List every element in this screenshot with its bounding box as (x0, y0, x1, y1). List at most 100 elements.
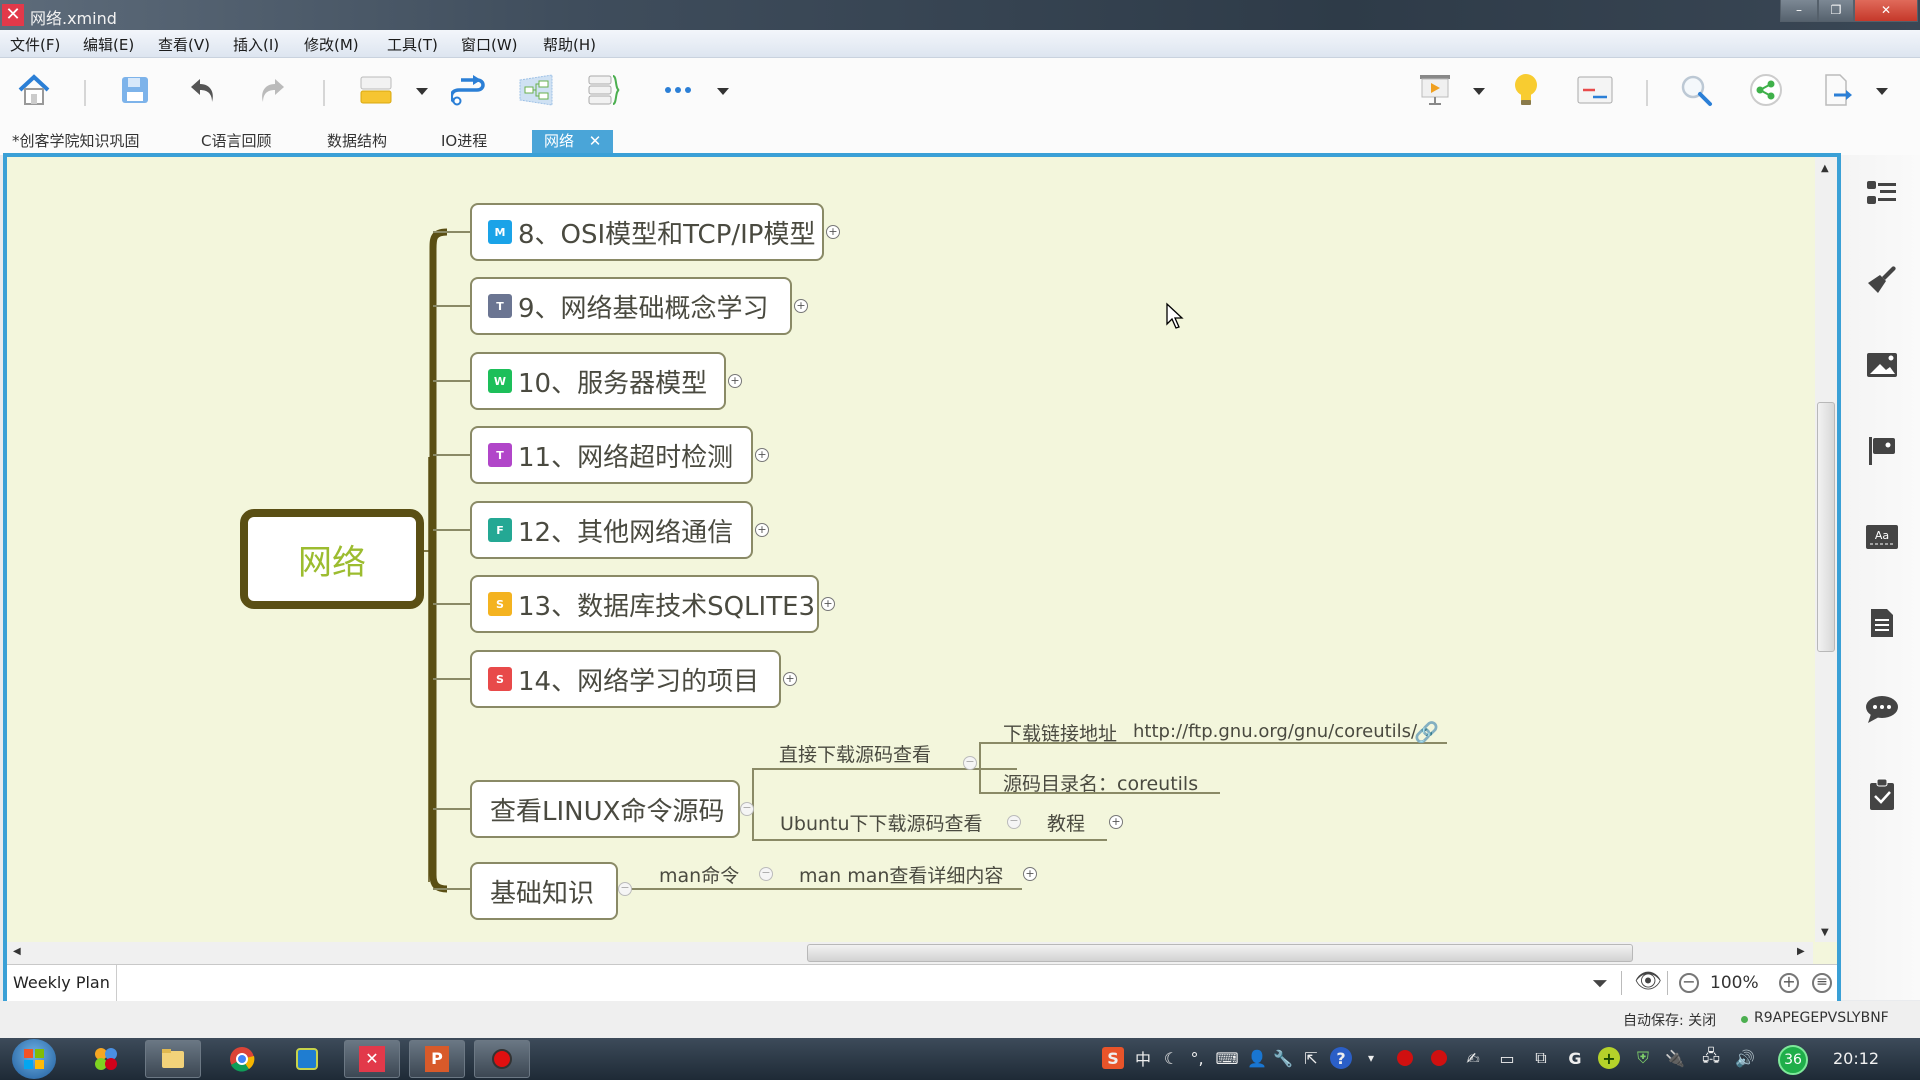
record-icon[interactable] (1394, 1047, 1416, 1069)
menu-modify[interactable]: 修改(M) (304, 34, 359, 55)
clock[interactable]: 20:12 (1833, 1049, 1879, 1068)
share-icon[interactable] (1746, 72, 1786, 108)
xmind-taskbar-icon[interactable]: ✕ (344, 1040, 400, 1078)
tab-close-icon[interactable]: ✕ (589, 132, 602, 150)
logitech-icon[interactable]: G (1564, 1047, 1586, 1069)
menu-insert[interactable]: 插入(I) (233, 34, 279, 55)
network-icon[interactable]: 🖧 (1700, 1046, 1722, 1069)
scroll-left-icon[interactable]: ◀ (13, 946, 21, 957)
subtopic-label[interactable]: 源码目录名：coreutils (1003, 769, 1198, 796)
marker-flag-icon[interactable] (1865, 434, 1899, 468)
collapse-icon[interactable]: − (1007, 815, 1021, 829)
topic-node[interactable]: W 10、服务器模型 (470, 352, 726, 410)
topic-node[interactable]: 基础知识 (470, 862, 618, 920)
account-id[interactable]: R9APEGEPVSLYBNF (1754, 1010, 1889, 1026)
tab-c-review[interactable]: C语言回顾 (201, 130, 271, 155)
scroll-up-icon[interactable]: ▲ (1821, 163, 1829, 174)
topic-node[interactable]: T 9、网络基础概念学习 (470, 277, 792, 335)
windows-icon[interactable]: ⧉ (1530, 1047, 1552, 1069)
expand-icon[interactable]: + (755, 448, 769, 462)
start-button[interactable] (12, 1039, 56, 1079)
subtopic-label[interactable]: Ubuntu下下载源码查看 (780, 809, 983, 836)
zoom-in-button[interactable]: + (1779, 973, 1799, 993)
presentation-icon[interactable] (1415, 72, 1455, 108)
menu-file[interactable]: 文件(F) (10, 34, 60, 55)
close-button[interactable]: ✕ (1854, 0, 1918, 22)
brainstorm-icon[interactable] (1506, 72, 1546, 108)
file-explorer-icon[interactable] (145, 1040, 201, 1078)
expand-icon[interactable]: + (1023, 867, 1037, 881)
scroll-down-icon[interactable]: ▼ (1821, 927, 1829, 938)
outline-icon[interactable] (1865, 176, 1899, 210)
topic-node[interactable]: T 11、网络超时检测 (470, 426, 753, 484)
keyboard-icon[interactable]: ⌨ (1215, 1047, 1238, 1069)
subtopic-label[interactable]: 下载链接地址 (1003, 719, 1117, 746)
touchpad-icon[interactable]: ▭ (1496, 1047, 1518, 1069)
power-plug-icon[interactable]: 🔌 (1664, 1047, 1686, 1069)
tab-io-process[interactable]: IO进程 (441, 130, 487, 155)
central-topic[interactable]: 网络 (240, 509, 424, 609)
user-icon[interactable]: 👤 (1246, 1047, 1268, 1069)
menu-window[interactable]: 窗口(W) (461, 34, 518, 55)
save-icon[interactable] (115, 72, 155, 108)
sheet-tab-weekly-plan[interactable]: Weekly Plan (7, 965, 117, 1001)
app-launcher-icon[interactable] (78, 1040, 134, 1078)
help-icon[interactable]: ? (1330, 1047, 1352, 1069)
horizontal-scrollbar[interactable]: ◀ ▶ (7, 942, 1813, 964)
virtualbox-icon[interactable] (279, 1040, 335, 1078)
tray-expand-icon[interactable]: ▾ (1360, 1047, 1382, 1069)
export-dropdown-icon[interactable] (1876, 88, 1888, 95)
menu-edit[interactable]: 编辑(E) (83, 34, 134, 55)
hyperlink-icon[interactable]: 🔗 (1414, 720, 1439, 744)
vertical-scrollbar[interactable]: ▲ ▼ (1815, 157, 1837, 942)
horizontal-scroll-thumb[interactable] (807, 944, 1633, 962)
link-text[interactable]: http://ftp.gnu.org/gnu/coreutils/ (1133, 721, 1417, 742)
task-icon[interactable] (1865, 778, 1899, 812)
punctuation-icon[interactable]: °, (1186, 1047, 1208, 1069)
zoom-out-button[interactable]: − (1679, 973, 1699, 993)
undo-icon[interactable] (183, 72, 223, 108)
tab-workspace[interactable]: *创客学院知识巩固 (12, 130, 140, 155)
expand-icon[interactable]: + (755, 523, 769, 537)
image-icon[interactable] (1865, 348, 1899, 382)
recorder-icon[interactable] (474, 1040, 530, 1078)
ime-mode-label[interactable]: 中 (1132, 1047, 1154, 1069)
topic-node[interactable]: F 12、其他网络通信 (470, 501, 753, 559)
subtopic-label[interactable]: man命令 (659, 861, 739, 888)
subtopic-label[interactable]: 教程 (1047, 809, 1085, 836)
scroll-right-icon[interactable]: ▶ (1797, 946, 1805, 957)
volume-icon[interactable]: 🔊 (1734, 1047, 1756, 1069)
tools-icon[interactable]: 🔧 (1272, 1047, 1294, 1069)
external-link-icon[interactable]: ⇱ (1300, 1047, 1322, 1069)
topic-node[interactable]: S 13、数据库技术SQLITE3 (470, 575, 819, 633)
menu-tools[interactable]: 工具(T) (387, 34, 438, 55)
shield-icon[interactable]: ⛨ (1632, 1047, 1654, 1069)
expand-icon[interactable]: + (794, 299, 808, 313)
menu-help[interactable]: 帮助(H) (543, 34, 596, 55)
tab-data-structures[interactable]: 数据结构 (327, 130, 387, 155)
search-icon[interactable] (1676, 72, 1716, 108)
format-brush-icon[interactable] (1865, 262, 1899, 296)
export-icon[interactable] (1817, 72, 1857, 108)
pen-tool-icon[interactable]: ✍ (1462, 1047, 1484, 1069)
relationship-icon[interactable] (448, 72, 488, 108)
restore-button[interactable]: ❐ (1818, 0, 1854, 22)
home-icon[interactable] (14, 72, 54, 108)
mindmap-canvas[interactable]: 网络 M 8、OSI模型和TCP/IP模型 + T 9、网络基础概念学习 + W… (7, 157, 1813, 942)
wps-presentation-icon[interactable]: P (409, 1040, 465, 1078)
topic-node[interactable]: M 8、OSI模型和TCP/IP模型 (470, 203, 824, 261)
topic-style-icon[interactable] (356, 72, 396, 108)
menu-view[interactable]: 查看(V) (158, 34, 210, 55)
structure-icon[interactable] (516, 72, 556, 108)
gantt-icon[interactable] (1575, 72, 1615, 108)
notes-icon[interactable] (1865, 606, 1899, 640)
filter-icon[interactable]: ⏷ (1592, 971, 1608, 995)
collapse-icon[interactable]: − (963, 756, 977, 770)
topic-node[interactable]: 查看LINUX命令源码 (470, 780, 740, 838)
expand-icon[interactable]: + (821, 597, 835, 611)
battery-badge[interactable]: 36 (1778, 1045, 1808, 1075)
expand-icon[interactable]: + (826, 225, 840, 239)
half-width-icon[interactable]: ☾ (1160, 1047, 1182, 1069)
more-dropdown-icon[interactable] (717, 88, 729, 95)
sogou-ime-icon[interactable]: S (1102, 1047, 1124, 1069)
